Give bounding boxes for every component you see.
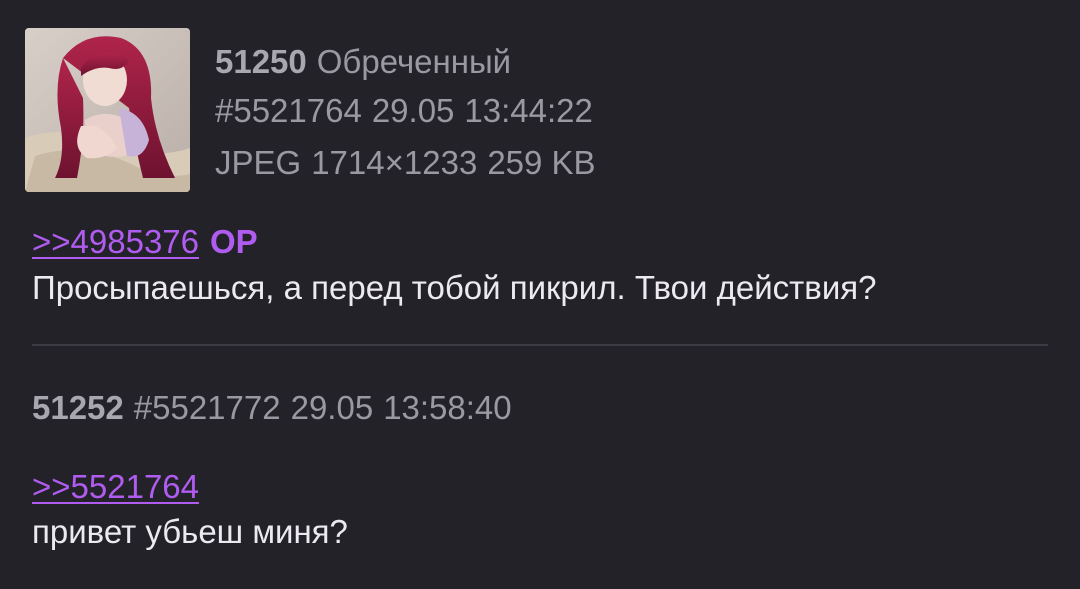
- post-divider: [32, 344, 1048, 346]
- post-time: 13:44:22: [464, 92, 593, 129]
- post-header: 51250 Обреченный: [215, 42, 511, 82]
- poster-name: Обреченный: [316, 43, 512, 80]
- op-badge: OP: [210, 223, 258, 260]
- post-text: Просыпаешься, а перед тобой пикрил. Твои…: [32, 269, 877, 306]
- post-id[interactable]: #5521764: [215, 92, 362, 129]
- thumbnail-image: [25, 28, 190, 192]
- reply-reference: >>4985376 OP: [32, 222, 258, 262]
- file-dimensions: 1714×1233: [311, 144, 478, 181]
- reply-link[interactable]: >>5521764: [32, 468, 199, 505]
- post-id-line: #5521764 29.05 13:44:22: [215, 91, 593, 131]
- post-id[interactable]: #5521772: [134, 389, 281, 426]
- file-format: JPEG: [215, 144, 302, 181]
- post-number[interactable]: 51250: [215, 43, 307, 80]
- reply-link[interactable]: >>4985376: [32, 223, 199, 260]
- reply-reference: >>5521764: [32, 467, 199, 507]
- post-number[interactable]: 51252: [32, 389, 124, 426]
- file-size: 259 KB: [487, 144, 596, 181]
- post-thumbnail[interactable]: [25, 28, 190, 192]
- file-info: JPEG 1714×1233 259 KB: [215, 143, 596, 183]
- post-date: 29.05: [371, 92, 455, 129]
- post-time: 13:58:40: [383, 389, 512, 426]
- post-header: 51252 #5521772 29.05 13:58:40: [32, 388, 512, 428]
- post-date: 29.05: [290, 389, 374, 426]
- post-text: привет убьеш миня?: [32, 513, 348, 550]
